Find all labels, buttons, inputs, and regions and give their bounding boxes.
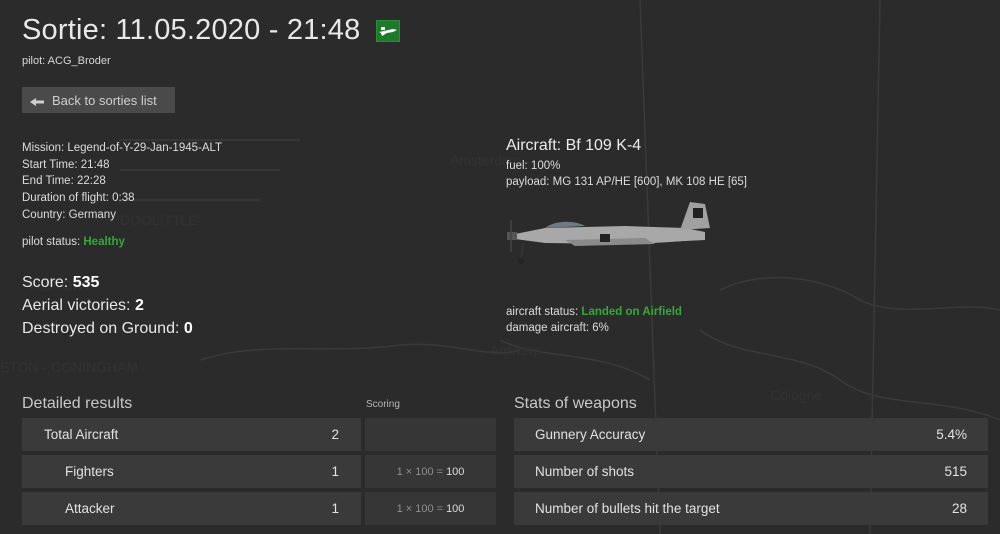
row-label: Total Aircraft: [44, 427, 119, 442]
row-scoring: 1 × 100 = 100: [365, 492, 496, 525]
ground-destroyed-value: 0: [183, 320, 193, 337]
row-count: 1: [331, 501, 339, 516]
country: Country: Germany: [22, 208, 116, 221]
back-to-sorties-button[interactable]: Back to sorties list: [22, 87, 175, 113]
row-value: 28: [951, 501, 967, 516]
row-count: 1: [331, 464, 339, 479]
detailed-results-title: Detailed results: [22, 395, 133, 412]
row-count: 2: [331, 427, 339, 442]
score-value: 535: [72, 274, 100, 291]
aerial-victories-label: Aerial victories:: [22, 297, 131, 314]
row-formula: 1 × 100 =: [396, 502, 444, 515]
table-row: Fighters 1: [22, 455, 361, 488]
payload: payload: MG 131 AP/HE [600], MK 108 HE […: [506, 176, 747, 188]
back-button-label: Back to sorties list: [52, 92, 157, 108]
table-row: Number of shots 515: [514, 455, 988, 488]
table-row: Attacker 1: [22, 492, 361, 525]
row-value: 5.4%: [936, 427, 967, 442]
aircraft-title: Aircraft: Bf 109 K-4: [506, 137, 642, 154]
fuel: fuel: 100%: [506, 160, 561, 172]
aircraft-status-label: aircraft status:: [506, 306, 579, 318]
weapons-stats-title: Stats of weapons: [514, 395, 637, 412]
table-row: Number of bullets hit the target 28: [514, 492, 988, 525]
table-row: Gunnery Accuracy 5.4%: [514, 418, 988, 451]
table-row: Total Aircraft 2: [22, 418, 361, 451]
aircraft-damage: damage aircraft: 6%: [506, 322, 609, 334]
row-label: Attacker: [65, 501, 115, 516]
page-title: Sortie: 11.05.2020 - 21:48: [22, 14, 361, 46]
row-scoring: 1 × 100 = 100: [365, 455, 496, 488]
row-label: Number of bullets hit the target: [535, 501, 720, 516]
row-scoring: [365, 418, 496, 451]
mission-info: Mission: Legend-of-Y-29-Jan-1945-ALT Sta…: [22, 140, 222, 224]
row-label: Gunnery Accuracy: [535, 427, 646, 442]
pilot-status-label: pilot status:: [22, 236, 81, 248]
sortie-summary: Score: 535 Aerial victories: 2 Destroyed…: [22, 271, 193, 340]
aerial-victories-value: 2: [134, 297, 144, 314]
pilot-name: pilot: ACG_Broder: [22, 55, 111, 67]
row-points: 100: [446, 502, 465, 515]
row-points: 100: [446, 465, 465, 478]
aircraft-meta: fuel: 100% payload: MG 131 AP/HE [600], …: [506, 158, 747, 190]
mission-name: Mission: Legend-of-Y-29-Jan-1945-ALT: [22, 142, 223, 154]
end-time: End Time: 22:28: [22, 175, 106, 188]
aircraft-status-value: Landed on Airfield: [581, 306, 682, 318]
arrow-left-icon: [30, 95, 44, 106]
aircraft-image: [507, 202, 710, 264]
ground-destroyed-label: Destroyed on Ground:: [22, 320, 180, 337]
row-formula: 1 × 100 =: [396, 465, 444, 478]
start-time: Start Time: 21:48: [22, 158, 110, 171]
score-label: Score:: [22, 274, 69, 291]
luftwaffe-plane-flag-icon: [376, 19, 401, 42]
pilot-status: pilot status: Healthy: [22, 236, 125, 248]
row-label: Fighters: [65, 464, 114, 479]
pilot-status-value: Healthy: [83, 236, 125, 248]
flight-duration: Duration of flight: 0:38: [22, 192, 135, 205]
aircraft-status: aircraft status: Landed on Airfield dama…: [506, 304, 682, 336]
row-label: Number of shots: [535, 464, 635, 479]
scoring-header: Scoring: [366, 399, 400, 410]
row-value: 515: [944, 464, 967, 479]
